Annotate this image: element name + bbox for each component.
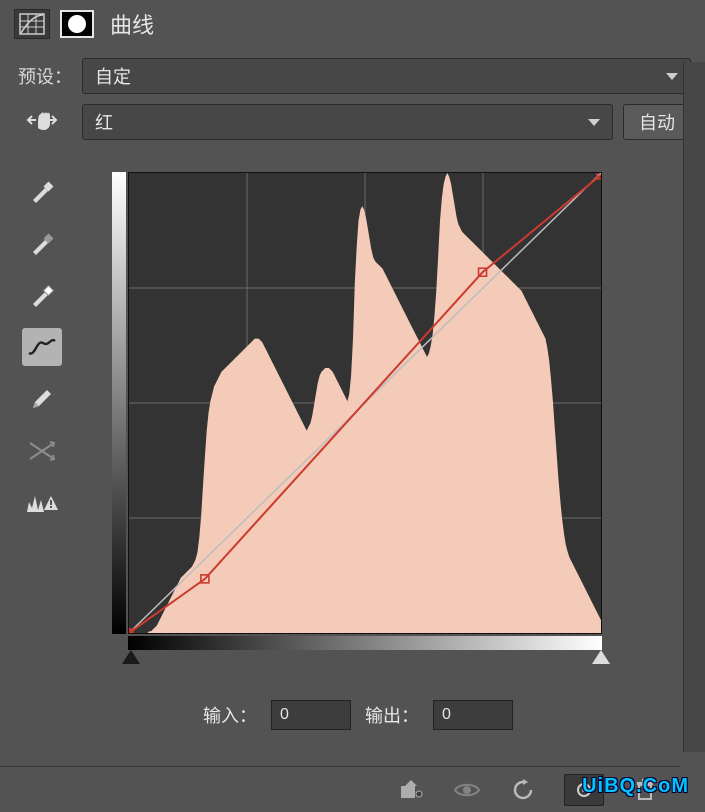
black-point-eyedropper[interactable]	[22, 172, 62, 210]
auto-button[interactable]: 自动	[623, 104, 691, 140]
preset-select[interactable]: 自定	[82, 58, 691, 94]
input-field[interactable]: 0	[271, 700, 351, 730]
smooth-curve-button[interactable]	[22, 432, 62, 470]
curve-control-point[interactable]	[129, 629, 133, 633]
curve-edit-tool[interactable]	[22, 328, 62, 366]
visibility-icon[interactable]	[452, 775, 482, 805]
channel-select[interactable]: 红	[82, 104, 613, 140]
bottom-toolbar	[0, 766, 680, 812]
white-point-eyedropper[interactable]	[22, 276, 62, 314]
pencil-draw-tool[interactable]	[22, 380, 62, 418]
layer-mask-thumbnail[interactable]	[60, 10, 94, 38]
preset-label: 预设：	[14, 63, 72, 89]
vertical-scrollbar[interactable]	[683, 62, 705, 752]
clip-warning-icon[interactable]	[22, 484, 62, 522]
input-gradient	[128, 636, 602, 650]
black-point-slider[interactable]	[122, 650, 140, 664]
output-field[interactable]: 0	[433, 700, 513, 730]
output-label: 输出：	[365, 702, 419, 728]
preset-select-value: 自定	[95, 63, 131, 89]
watermark: UiBQ.CoM	[582, 775, 689, 798]
curves-graph[interactable]	[112, 172, 604, 660]
channel-select-value: 红	[95, 109, 113, 135]
curves-panel-icon[interactable]	[14, 9, 50, 39]
gray-point-eyedropper[interactable]	[22, 224, 62, 262]
targeted-adjustment-tool[interactable]	[14, 106, 72, 139]
output-gradient	[112, 172, 126, 634]
curves-plot[interactable]	[128, 172, 602, 634]
input-label: 输入：	[203, 702, 257, 728]
chevron-down-icon	[666, 73, 678, 80]
white-point-slider[interactable]	[592, 650, 610, 664]
auto-button-label: 自动	[639, 109, 675, 135]
clip-toggle-icon[interactable]	[396, 775, 426, 805]
chevron-down-icon	[588, 119, 600, 126]
reset-icon[interactable]	[508, 775, 538, 805]
panel-title: 曲线	[110, 8, 154, 40]
mask-dot-icon	[68, 15, 86, 33]
